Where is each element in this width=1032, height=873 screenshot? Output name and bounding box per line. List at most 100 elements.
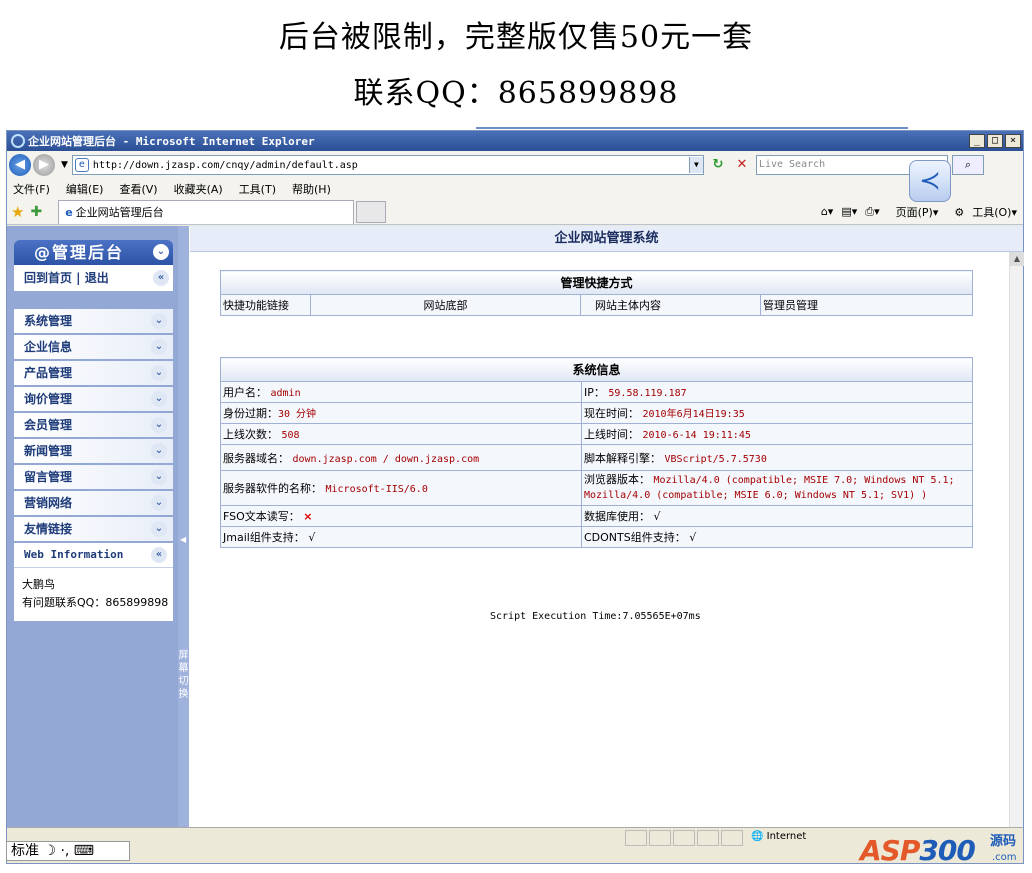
row-value: 2010-6-14 19:11:45 bbox=[642, 430, 751, 441]
sidebar-item-links[interactable]: 友情链接 ⌄ bbox=[14, 517, 173, 541]
status-cells bbox=[625, 830, 745, 846]
chevron-down-icon[interactable]: ⌄ bbox=[153, 244, 169, 260]
vertical-scrollbar[interactable]: ▲ bbox=[1009, 252, 1024, 827]
table-row: 身份过期：30 分钟 现在时间： 2010年6月14日19:35 bbox=[220, 402, 973, 424]
page-menu-label: 页面(P) bbox=[895, 205, 933, 219]
info-name: 大鹏鸟 bbox=[22, 578, 55, 591]
sidebar-item-inquiry[interactable]: 询价管理 ⌄ bbox=[14, 387, 173, 411]
shortcut-content-link[interactable]: 网站主体内容 bbox=[580, 294, 761, 316]
row-label: 服务器软件的名称： bbox=[223, 482, 322, 495]
add-favorite-icon[interactable]: ✚ bbox=[30, 204, 42, 220]
tab-admin[interactable]: e 企业网站管理后台 bbox=[58, 199, 355, 224]
sidebar-item-label: 新闻管理 bbox=[24, 444, 73, 458]
home-icon[interactable]: ⌂▾ bbox=[821, 205, 834, 218]
table-row: 服务器域名： down.jzasp.com / down.jzasp.com 脚… bbox=[220, 444, 973, 471]
row-label: Jmail组件支持： bbox=[223, 531, 305, 544]
chevron-down-icon: ⌄ bbox=[151, 365, 167, 381]
menu-bar: 文件(F) 编辑(E) 查看(V) 收藏夹(A) 工具(T) 帮助(H) bbox=[7, 179, 1023, 199]
shortcut-admin-link[interactable]: 管理员管理 bbox=[760, 294, 973, 316]
row-value: down.jzasp.com / down.jzasp.com bbox=[292, 453, 480, 465]
sidebar-item-messages[interactable]: 留言管理 ⌄ bbox=[14, 465, 173, 489]
promo-line-price: 后台被限制，完整版仅售50元一套 bbox=[278, 20, 754, 55]
collapse-arrow-icon[interactable]: ◀ bbox=[180, 535, 186, 544]
chevron-down-icon: ⌄ bbox=[151, 313, 167, 329]
tools-menu-label: 工具(O) bbox=[972, 205, 1012, 219]
shortcut-footer-link[interactable]: 网站底部 bbox=[310, 294, 581, 316]
ie-logo-icon bbox=[11, 134, 25, 148]
sidebar-links[interactable]: 回到首页 | 退出 « bbox=[14, 265, 173, 291]
row-label: 服务器域名： bbox=[223, 451, 289, 465]
close-button[interactable]: × bbox=[1005, 134, 1021, 148]
logo-com: .com bbox=[992, 852, 1017, 863]
table-row: 上线次数： 508 上线时间： 2010-6-14 19:11:45 bbox=[220, 423, 973, 445]
globe-icon: 🌐 bbox=[751, 831, 764, 842]
tab-title: 企业网站管理后台 bbox=[75, 206, 164, 219]
main-panel: 企业网站管理系统 ▲ 管理快捷方式 快捷功能链接 网站底部 网站主体内容 管理员… bbox=[190, 226, 1024, 827]
sidebar-item-system[interactable]: 系统管理 ⌄ bbox=[14, 309, 173, 333]
print-icon[interactable]: ⎙▾ bbox=[865, 205, 879, 219]
sidebar-item-label: 产品管理 bbox=[24, 366, 73, 380]
row-value: 59.58.119.187 bbox=[608, 388, 687, 399]
row-value: Microsoft-IIS/6.0 bbox=[325, 484, 428, 495]
favorites-star-icon[interactable]: ★ bbox=[11, 203, 24, 221]
search-button[interactable]: ⌕ bbox=[951, 155, 984, 175]
security-zone[interactable]: 🌐 Internet bbox=[751, 831, 806, 842]
address-dropdown-icon[interactable]: ▼ bbox=[688, 157, 703, 173]
table-row: Jmail组件支持： √ CDONTS组件支持： √ bbox=[220, 526, 973, 548]
home-logout-links[interactable]: 回到首页 | 退出 bbox=[24, 271, 109, 285]
sidebar-item-company[interactable]: 企业信息 ⌄ bbox=[14, 335, 173, 359]
command-bar: ⌂▾ ▤▾ ⎙▾ 页面(P)▾ ⚙ 工具(O)▾ bbox=[813, 204, 1023, 220]
sidebar-item-members[interactable]: 会员管理 ⌄ bbox=[14, 413, 173, 437]
screen-switch-bar[interactable] bbox=[178, 226, 189, 827]
menu-file[interactable]: 文件(F) bbox=[13, 181, 50, 197]
web-info-label: Web Information bbox=[24, 548, 124, 561]
address-input[interactable]: e http://down.jzasp.com/cnqy/admin/defau… bbox=[71, 155, 704, 175]
menu-help[interactable]: 帮助(H) bbox=[292, 181, 331, 197]
sidebar-item-label: 友情链接 bbox=[24, 522, 73, 536]
maximize-button[interactable]: □ bbox=[987, 134, 1003, 148]
fso-status-icon: × bbox=[303, 510, 313, 523]
row-label: 现在时间： bbox=[584, 407, 639, 420]
ime-bar[interactable]: 标准 ☽ ·, ⌨ bbox=[6, 841, 130, 861]
menu-favorites[interactable]: 收藏夹(A) bbox=[174, 181, 223, 197]
new-tab-button[interactable] bbox=[356, 200, 387, 223]
sidebar-menu: 系统管理 ⌄ 企业信息 ⌄ 产品管理 ⌄ 询价管理 ⌄ 会员管理 ⌄ 新闻管理 ⌄ 留言管理… bbox=[14, 309, 173, 621]
minimize-button[interactable]: _ bbox=[969, 134, 985, 148]
stop-icon[interactable]: ✕ bbox=[732, 155, 752, 175]
forward-button[interactable]: ▶ bbox=[33, 154, 55, 176]
row-value: 508 bbox=[281, 430, 300, 441]
ie-swift-icon[interactable]: ≺ bbox=[909, 160, 951, 202]
chevron-down-icon: ⌄ bbox=[151, 495, 167, 511]
sidebar-item-label: 留言管理 bbox=[24, 470, 73, 484]
scroll-up-icon[interactable]: ▲ bbox=[1010, 252, 1024, 266]
row-label: 上线时间： bbox=[584, 428, 639, 441]
sidebar-item-products[interactable]: 产品管理 ⌄ bbox=[14, 361, 173, 385]
menu-edit[interactable]: 编辑(E) bbox=[66, 181, 104, 197]
sidebar-item-news[interactable]: 新闻管理 ⌄ bbox=[14, 439, 173, 463]
sidebar-item-marketing[interactable]: 营销网络 ⌄ bbox=[14, 491, 173, 515]
row-label: 浏览器版本： bbox=[584, 473, 650, 486]
menu-view[interactable]: 查看(V) bbox=[119, 181, 157, 197]
row-value: 30 分钟 bbox=[278, 409, 317, 420]
promo-banner: 后台被限制，完整版仅售50元一套 联系QQ：865899898 bbox=[0, 0, 1032, 129]
chevron-down-icon: ⌄ bbox=[151, 521, 167, 537]
feeds-icon[interactable]: ▤▾ bbox=[841, 205, 857, 218]
collapse-icon[interactable]: « bbox=[153, 270, 169, 286]
web-information-header[interactable]: Web Information « bbox=[14, 543, 173, 567]
chevron-down-icon: ⌄ bbox=[151, 417, 167, 433]
page-menu[interactable]: 页面(P)▾ bbox=[888, 204, 939, 220]
refresh-icon[interactable]: ↻ bbox=[708, 155, 728, 175]
chevron-up-icon: « bbox=[151, 547, 167, 563]
sidebar-title: @管理后台 bbox=[34, 243, 125, 262]
url-text[interactable]: http://down.jzasp.com/cnqy/admin/default… bbox=[93, 160, 689, 171]
row-label: 身份过期： bbox=[223, 407, 278, 420]
screen-switch-label[interactable]: 屏幕切换 bbox=[178, 649, 189, 701]
back-button[interactable]: ◀ bbox=[9, 154, 31, 176]
menu-tools[interactable]: 工具(T) bbox=[239, 181, 276, 197]
row-label: IP： bbox=[584, 386, 605, 399]
tools-menu[interactable]: ⚙ 工具(O)▾ bbox=[946, 204, 1017, 220]
table-row: 服务器软件的名称： Microsoft-IIS/6.0 浏览器版本： Mozil… bbox=[220, 470, 973, 506]
admin-sidebar: @管理后台 ⌄ 回到首页 | 退出 « 系统管理 ⌄ 企业信息 ⌄ 产品管理 ⌄ 询价… bbox=[7, 226, 189, 827]
row-label: 上线次数： bbox=[223, 428, 278, 441]
history-dropdown-icon[interactable]: ▼ bbox=[61, 160, 68, 170]
